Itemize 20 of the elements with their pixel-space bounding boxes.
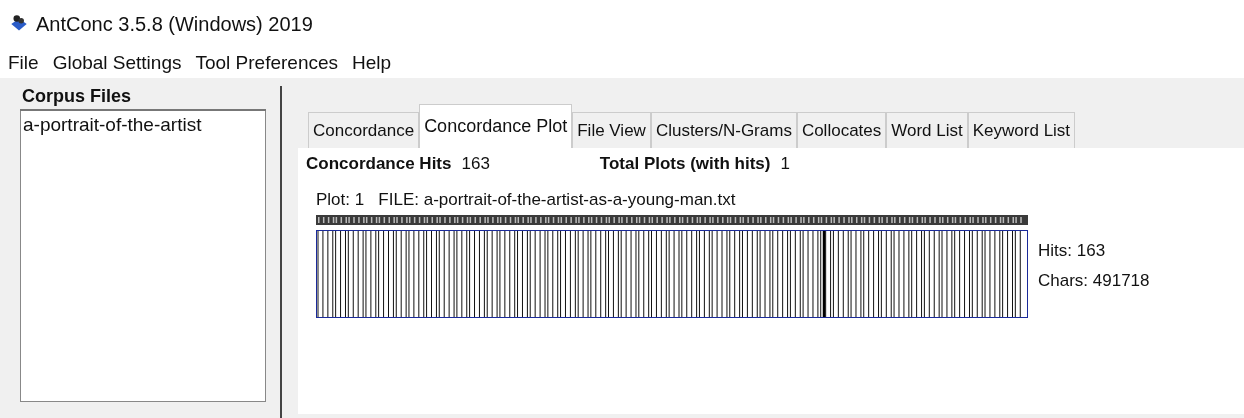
menu-item[interactable]: Tool Preferences xyxy=(195,52,339,74)
window-title: AntConc 3.5.8 (Windows) 2019 xyxy=(36,12,313,36)
tab[interactable]: Concordance xyxy=(308,112,420,148)
tab[interactable]: Concordance Plot xyxy=(419,104,573,148)
plot-chars: Chars: 491718 xyxy=(1038,270,1150,292)
plots-value: 1 xyxy=(780,154,790,174)
tab[interactable]: Collocates xyxy=(796,112,887,148)
tab[interactable]: Keyword List xyxy=(967,112,1076,148)
tab[interactable]: File View xyxy=(572,112,651,148)
corpus-file-item[interactable]: a-portrait-of-the-artist xyxy=(21,111,265,139)
menu-item[interactable]: File xyxy=(8,52,39,74)
plots-label: Total Plots (with hits) xyxy=(599,154,771,174)
plot-hits: Hits: 163 xyxy=(1038,240,1107,262)
menu-item[interactable]: Help xyxy=(352,52,392,74)
hits-value: 163 xyxy=(461,154,490,174)
hits-label: Concordance Hits xyxy=(306,154,452,174)
plot-header: Plot: 1 FILE: a-portrait-of-the-artist-as-a-young-man.txt xyxy=(316,190,737,210)
tab[interactable]: Word List xyxy=(886,112,968,148)
menu-item[interactable]: Global Settings xyxy=(52,52,182,74)
tab[interactable]: Clusters/N-Grams xyxy=(650,112,797,148)
